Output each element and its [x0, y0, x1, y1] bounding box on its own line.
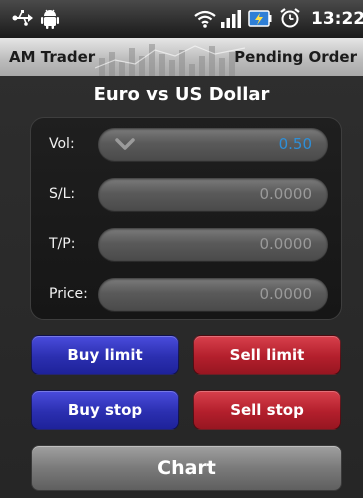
price-label: Price:: [49, 286, 88, 302]
buy-stop-button[interactable]: Buy stop: [31, 390, 179, 430]
alarm-icon: [280, 8, 300, 28]
chart-button[interactable]: Chart: [31, 445, 342, 491]
battery-icon: [248, 10, 272, 27]
sell-limit-button[interactable]: Sell limit: [193, 335, 341, 375]
signal-icon: [221, 10, 241, 28]
stop-loss-row: S/L: 0.0000: [31, 174, 343, 214]
price-input[interactable]: 0.0000: [98, 278, 328, 311]
price-value: 0.0000: [259, 285, 313, 303]
price-row: Price: 0.0000: [31, 274, 343, 314]
android-debug-icon: [41, 9, 59, 29]
volume-label: Vol:: [49, 136, 75, 152]
stop-loss-input[interactable]: 0.0000: [98, 178, 328, 211]
status-time: 13:22: [311, 9, 363, 29]
wifi-icon: [194, 10, 216, 28]
stop-loss-value: 0.0000: [259, 185, 313, 203]
take-profit-input[interactable]: 0.0000: [98, 228, 328, 261]
stop-loss-label: S/L:: [49, 186, 76, 202]
take-profit-label: T/P:: [49, 236, 76, 252]
take-profit-row: T/P: 0.0000: [31, 224, 343, 264]
app-header: AM Trader Pending Order: [0, 38, 363, 76]
chart-background-icon: [95, 44, 245, 76]
volume-input[interactable]: 0.50: [98, 128, 328, 161]
app-title: AM Trader: [9, 48, 96, 66]
instrument-title: Euro vs US Dollar: [93, 84, 270, 105]
volume-row: Vol: 0.50: [31, 124, 343, 164]
status-bar: 13:22: [0, 0, 363, 38]
take-profit-value: 0.0000: [259, 235, 313, 253]
sell-stop-button[interactable]: Sell stop: [193, 390, 341, 430]
volume-value: 0.50: [278, 135, 312, 153]
usb-icon: [12, 10, 33, 26]
order-form: Vol: 0.50 S/L: 0.0000 T/P: 0.0000 Price:: [30, 117, 342, 320]
order-mode-label: Pending Order: [234, 48, 357, 66]
screen: 13:22 AM Trader Pending Order Euro vs US…: [0, 0, 363, 498]
chevron-down-icon[interactable]: [114, 136, 136, 152]
buy-limit-button[interactable]: Buy limit: [31, 335, 179, 375]
